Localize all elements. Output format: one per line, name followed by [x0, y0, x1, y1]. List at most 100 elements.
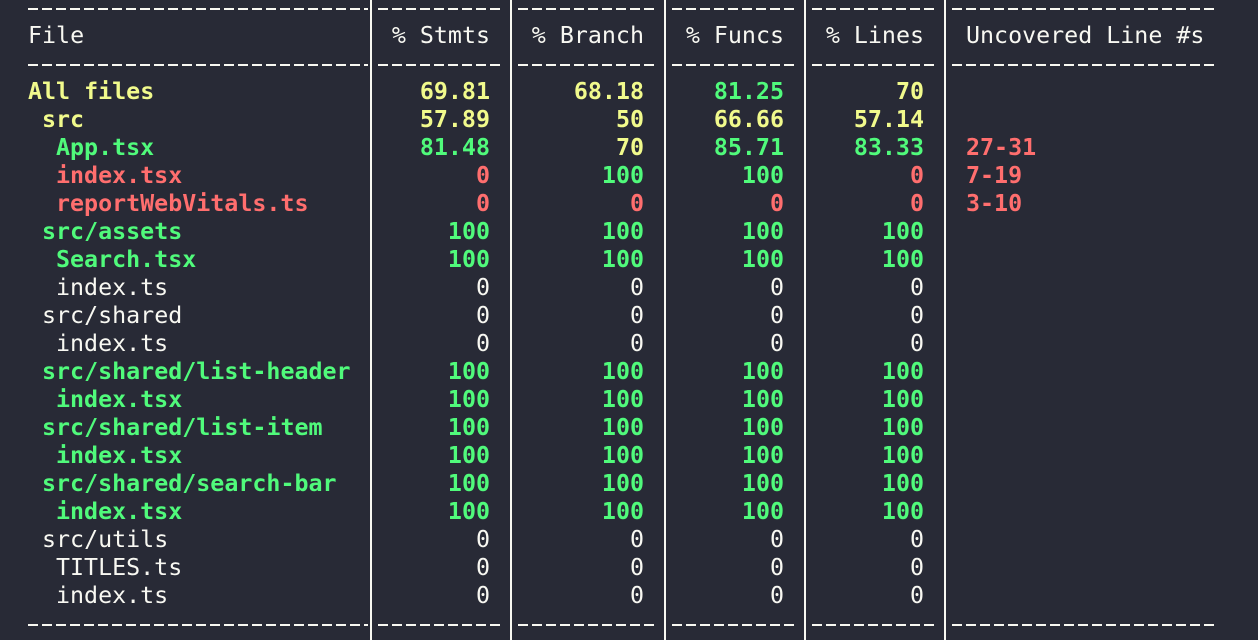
funcs-cell: 100 — [741, 442, 784, 469]
stmts-cell: 0 — [475, 274, 490, 301]
funcs-cell: 100 — [741, 162, 784, 189]
stmts-cell: 0 — [475, 582, 490, 609]
header-lines: % Lines — [825, 22, 924, 49]
stmts-cell: 100 — [447, 218, 490, 245]
funcs-cell: 66.66 — [713, 106, 784, 133]
branch-cell: 0 — [629, 302, 644, 329]
stmts-cell: 100 — [447, 442, 490, 469]
header-uncovered: Uncovered Line #s — [966, 22, 1205, 49]
table-row: src/shared/list-item 100 100 100 100 — [0, 414, 1258, 442]
branch-cell: 70 — [615, 134, 644, 161]
table-row: index.tsx 0 100 100 0 7-19 — [0, 162, 1258, 190]
header-file: File — [28, 22, 85, 49]
table-row: src/shared/list-header 100 100 100 100 — [0, 358, 1258, 386]
lines-cell: 100 — [881, 498, 924, 525]
funcs-cell: 100 — [741, 414, 784, 441]
stmts-cell: 100 — [447, 498, 490, 525]
funcs-cell: 0 — [769, 274, 784, 301]
branch-cell: 0 — [629, 582, 644, 609]
branch-cell: 50 — [615, 106, 644, 133]
branch-cell: 100 — [601, 498, 644, 525]
funcs-cell: 0 — [769, 526, 784, 553]
funcs-cell: 100 — [741, 358, 784, 385]
branch-cell: 100 — [601, 442, 644, 469]
file-name-cell: index.ts — [56, 274, 169, 301]
table-row: reportWebVitals.ts 0 0 0 0 3-10 — [0, 190, 1258, 218]
table-row: src/shared 0 0 0 0 — [0, 302, 1258, 330]
branch-cell: 100 — [601, 246, 644, 273]
table-row: index.tsx 100 100 100 100 — [0, 386, 1258, 414]
lines-cell: 100 — [881, 414, 924, 441]
terminal-window[interactable]: File % Stmts % Branch % Funcs % Lines Un… — [0, 0, 1258, 640]
branch-cell: 0 — [629, 190, 644, 217]
stmts-cell: 0 — [475, 330, 490, 357]
bottom-separator — [0, 624, 1258, 626]
table-row: App.tsx 81.48 70 85.71 83.33 27-31 — [0, 134, 1258, 162]
funcs-cell: 0 — [769, 190, 784, 217]
file-name-cell: src/shared/list-header — [42, 358, 351, 385]
table-row: All files 69.81 68.18 81.25 70 — [0, 78, 1258, 106]
top-separator — [0, 8, 1258, 10]
table-row: index.tsx 100 100 100 100 — [0, 498, 1258, 526]
file-name-cell: src/shared — [42, 302, 183, 329]
lines-cell: 57.14 — [853, 106, 924, 133]
funcs-cell: 0 — [769, 302, 784, 329]
stmts-cell: 81.48 — [419, 134, 490, 161]
stmts-cell: 100 — [447, 246, 490, 273]
file-name-cell: src/shared/search-bar — [42, 470, 337, 497]
lines-cell: 0 — [909, 302, 924, 329]
header-separator — [0, 64, 1258, 66]
table-row: index.tsx 100 100 100 100 — [0, 442, 1258, 470]
header-branch: % Branch — [531, 22, 644, 49]
uncovered-lines-cell: 7-19 — [966, 162, 1023, 189]
funcs-cell: 100 — [741, 218, 784, 245]
stmts-cell: 100 — [447, 386, 490, 413]
lines-cell: 83.33 — [853, 134, 924, 161]
file-name-cell: index.tsx — [56, 162, 183, 189]
table-row: index.ts 0 0 0 0 — [0, 274, 1258, 302]
file-name-cell: Search.tsx — [56, 246, 197, 273]
file-name-cell: All files — [28, 78, 155, 105]
funcs-cell: 100 — [741, 470, 784, 497]
stmts-cell: 0 — [475, 554, 490, 581]
stmts-cell: 100 — [447, 358, 490, 385]
lines-cell: 100 — [881, 358, 924, 385]
header-stmts: % Stmts — [391, 22, 490, 49]
lines-cell: 0 — [909, 554, 924, 581]
table-row: src/utils 0 0 0 0 — [0, 526, 1258, 554]
lines-cell: 0 — [909, 162, 924, 189]
funcs-cell: 0 — [769, 582, 784, 609]
branch-cell: 100 — [601, 386, 644, 413]
branch-cell: 0 — [629, 330, 644, 357]
branch-cell: 100 — [601, 414, 644, 441]
table-row: index.ts 0 0 0 0 — [0, 330, 1258, 358]
table-row: src/assets 100 100 100 100 — [0, 218, 1258, 246]
branch-cell: 100 — [601, 162, 644, 189]
uncovered-lines-cell: 3-10 — [966, 190, 1023, 217]
branch-cell: 100 — [601, 218, 644, 245]
funcs-cell: 100 — [741, 498, 784, 525]
table-row: TITLES.ts 0 0 0 0 — [0, 554, 1258, 582]
funcs-cell: 81.25 — [713, 78, 784, 105]
stmts-cell: 0 — [475, 526, 490, 553]
file-name-cell: reportWebVitals.ts — [56, 190, 309, 217]
lines-cell: 0 — [909, 330, 924, 357]
branch-cell: 0 — [629, 274, 644, 301]
branch-cell: 0 — [629, 526, 644, 553]
file-name-cell: index.tsx — [56, 386, 183, 413]
lines-cell: 100 — [881, 218, 924, 245]
table-row: src/shared/search-bar 100 100 100 100 — [0, 470, 1258, 498]
file-name-cell: TITLES.ts — [56, 554, 183, 581]
stmts-cell: 100 — [447, 470, 490, 497]
stmts-cell: 0 — [475, 162, 490, 189]
stmts-cell: 0 — [475, 190, 490, 217]
lines-cell: 0 — [909, 582, 924, 609]
stmts-cell: 0 — [475, 302, 490, 329]
file-name-cell: src/utils — [42, 526, 169, 553]
header-row: File % Stmts % Branch % Funcs % Lines Un… — [0, 22, 1258, 50]
file-name-cell: src/assets — [42, 218, 183, 245]
branch-cell: 68.18 — [573, 78, 644, 105]
file-name-cell: index.tsx — [56, 498, 183, 525]
lines-cell: 0 — [909, 274, 924, 301]
stmts-cell: 69.81 — [419, 78, 490, 105]
